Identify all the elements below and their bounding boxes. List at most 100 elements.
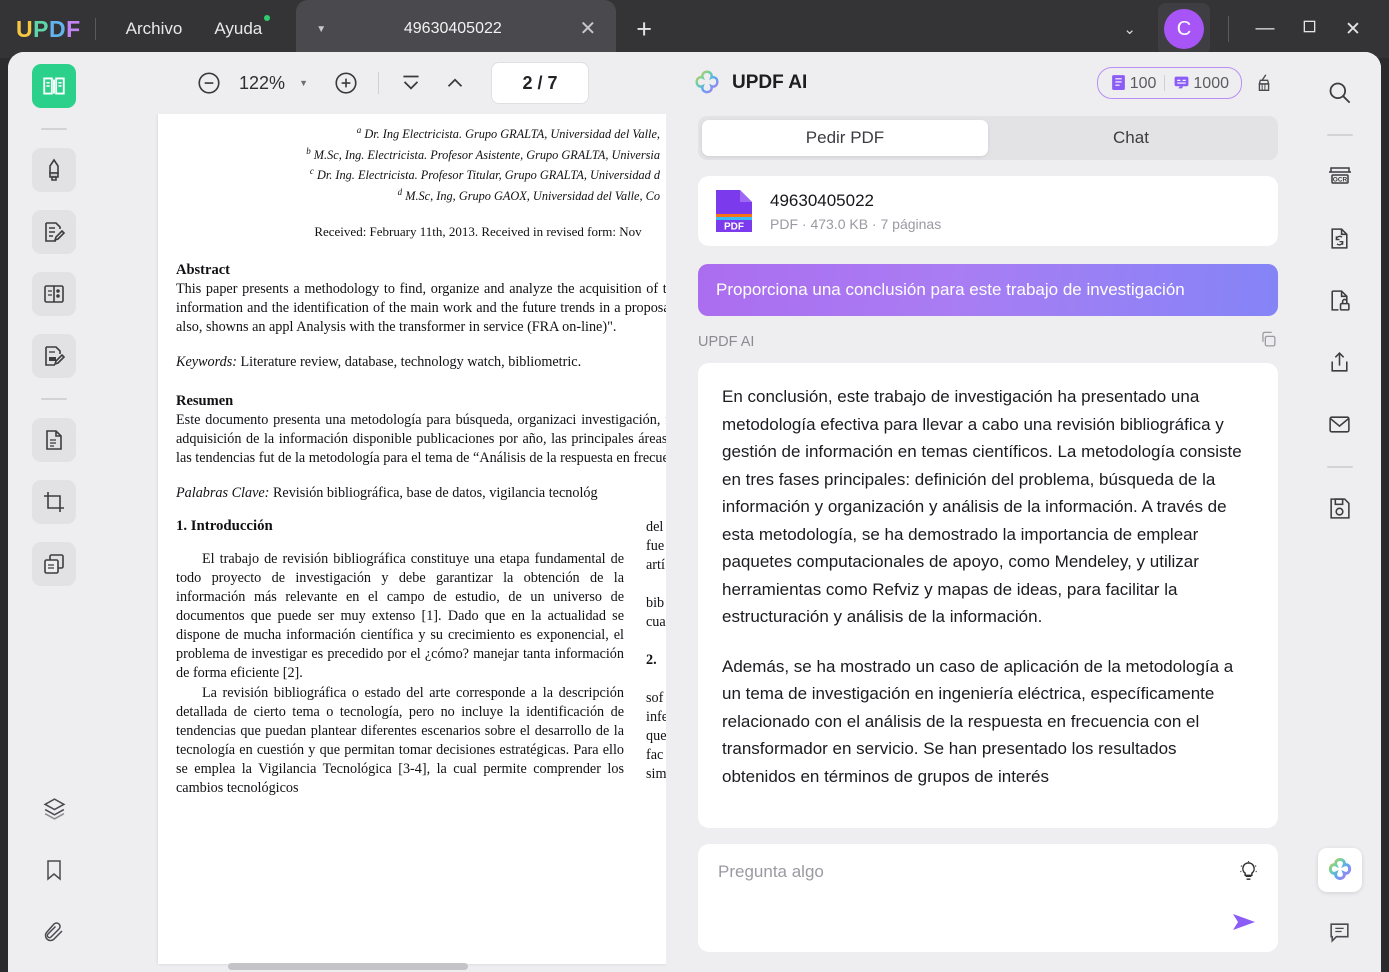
- document-tab-title: 49630405022: [403, 20, 502, 37]
- copy-response-button[interactable]: [1259, 330, 1278, 353]
- keywords-line: Keywords: Literature review, database, t…: [176, 354, 582, 370]
- zoom-dropdown-icon[interactable]: ▼: [295, 78, 322, 88]
- search-icon: [1329, 82, 1351, 103]
- composer-placeholder[interactable]: Pregunta algo: [718, 862, 1258, 882]
- workspace: 122% ▼ 2 / 7 a Dr. Ing Electricista. Gru…: [8, 52, 1381, 972]
- file-meta: PDF · 473.0 KB · 7 páginas: [770, 215, 942, 232]
- share-icon: [1331, 351, 1348, 372]
- sidebar-item-crop-pages[interactable]: [32, 480, 76, 524]
- sidebar-item-share[interactable]: [1318, 340, 1362, 384]
- pdf-file-icon: PDF: [716, 190, 752, 233]
- close-window-button[interactable]: ✕: [1331, 18, 1375, 41]
- send-button[interactable]: [1230, 911, 1260, 938]
- first-page-icon: [403, 75, 419, 90]
- zoom-level-value[interactable]: 122%: [233, 73, 291, 94]
- sidebar-item-save[interactable]: [1318, 486, 1362, 530]
- convert-pdf-icon: [46, 430, 62, 450]
- sidebar-item-search[interactable]: [1318, 70, 1362, 114]
- introduction-paragraph-2: La revisión bibliográfica o estado del a…: [176, 685, 624, 796]
- svg-text:OCR: OCR: [1332, 177, 1347, 184]
- maximize-button[interactable]: [1287, 18, 1331, 40]
- ai-sender-label: UPDF AI: [698, 333, 755, 350]
- palabras-clave-line: Palabras Clave: Revisión bibliográfica, …: [176, 485, 598, 501]
- email-icon: [1329, 415, 1350, 433]
- sidebar-item-fill-and-sign[interactable]: [32, 334, 76, 378]
- horizontal-scrollbar[interactable]: [228, 963, 468, 970]
- menu-archivo[interactable]: Archivo: [110, 13, 199, 45]
- sidebar-item-comment[interactable]: [1318, 910, 1362, 954]
- document-tab[interactable]: ▼ 49630405022 ✕: [296, 0, 617, 58]
- page-canvas[interactable]: a Dr. Ing Electricista. Grupo GRALTA, Un…: [110, 114, 666, 972]
- sidebar-item-annotate[interactable]: [32, 148, 76, 192]
- ai-composer[interactable]: Pregunta algo: [698, 844, 1278, 952]
- toolbar-divider: [377, 72, 379, 94]
- sidebar-item-email[interactable]: [1318, 402, 1362, 446]
- layers-icon: [43, 797, 65, 820]
- frag-gap-1: [646, 575, 666, 594]
- lightbulb-icon: [1240, 860, 1257, 880]
- close-tab-icon[interactable]: ✕: [579, 19, 596, 39]
- menu-ayuda[interactable]: Ayuda: [198, 13, 278, 45]
- user-prompt-bubble: Proporciona una conclusión para este tra…: [698, 264, 1278, 316]
- affiliation-d: d M.Sc, Ing, Grupo GAOX, Universidad del…: [397, 186, 660, 203]
- resumen-text: Este documento presenta una metodología …: [176, 412, 666, 466]
- answer-paragraph-2: Además, se ha mostrado un caso de aplica…: [722, 656, 1234, 786]
- sidebar-item-layers[interactable]: [32, 786, 76, 830]
- frag-11: que: [646, 728, 666, 744]
- prompt-suggestions-button[interactable]: [1237, 860, 1260, 888]
- ai-panel-title: UPDF AI: [732, 72, 808, 93]
- maximize-icon: [1303, 20, 1315, 33]
- affiliation-c: c Dr. Ing. Electricista. Profesor Titula…: [309, 166, 660, 183]
- sidebar-item-organize-pages[interactable]: [32, 272, 76, 316]
- attached-file-card[interactable]: PDF 49630405022 PDF · 473.0 KB · 7 págin…: [698, 176, 1278, 246]
- send-icon: [1233, 914, 1255, 930]
- tab-dropdown-icon[interactable]: ▼: [316, 24, 326, 35]
- received-line: Received: February 11th, 2013. Received …: [314, 224, 642, 239]
- frag-0: del: [646, 519, 664, 535]
- zoom-in-button[interactable]: [326, 63, 366, 103]
- tab-pedir-pdf[interactable]: Pedir PDF: [702, 120, 988, 156]
- sidebar-item-bookmark[interactable]: [32, 848, 76, 892]
- document-credit-icon: [1111, 74, 1125, 90]
- sidebar-item-attachment[interactable]: [32, 910, 76, 954]
- zoom-out-icon: [198, 72, 220, 94]
- new-tab-button[interactable]: +: [636, 15, 652, 43]
- right-rail-divider-2: [1326, 466, 1353, 468]
- sidebar-item-protect[interactable]: [1318, 278, 1362, 322]
- right-tool-rail: OCR: [1298, 52, 1381, 972]
- minimize-button[interactable]: —: [1243, 18, 1287, 40]
- sidebar-item-convert[interactable]: [1318, 216, 1362, 260]
- ocr-icon: OCR: [1328, 167, 1351, 184]
- logo-letter-p: P: [33, 15, 49, 42]
- ai-credits-badge[interactable]: 100 1000: [1096, 67, 1242, 99]
- page-indicator[interactable]: 2 / 7: [490, 62, 589, 104]
- sidebar-item-ocr[interactable]: OCR: [1318, 154, 1362, 198]
- attachment-icon: [44, 922, 63, 942]
- zoom-out-button[interactable]: [189, 63, 229, 103]
- titlebar-right-controls: ⌄ C — ✕: [1105, 3, 1389, 55]
- sidebar-item-batch-process[interactable]: [32, 542, 76, 586]
- previous-page-button[interactable]: [435, 63, 475, 103]
- ai-answer-body[interactable]: En conclusión, este trabajo de investiga…: [698, 363, 1278, 828]
- chevron-down-icon[interactable]: ⌄: [1105, 10, 1154, 48]
- affiliation-b: b M.Sc, Ing. Electricista. Profesor Asis…: [306, 145, 660, 162]
- sidebar-item-updf-ai[interactable]: [1317, 848, 1362, 892]
- file-info: 49630405022 PDF · 473.0 KB · 7 páginas: [770, 191, 941, 232]
- frag-12: fac: [646, 747, 664, 763]
- answer-paragraph-1: En conclusión, este trabajo de investiga…: [722, 387, 1242, 626]
- tab-chat[interactable]: Chat: [988, 120, 1274, 156]
- account-button[interactable]: C: [1158, 3, 1210, 55]
- logo-letter-u: U: [16, 15, 34, 42]
- first-page-button[interactable]: [391, 63, 431, 103]
- sidebar-item-reader[interactable]: [32, 64, 76, 108]
- updf-logo: U P D F: [16, 16, 81, 43]
- sidebar-item-convert-pdf[interactable]: [32, 418, 76, 462]
- comment-icon: [1330, 922, 1349, 943]
- title-bar: U P D F Archivo Ayuda ▼ 49630405022 ✕ + …: [0, 0, 1389, 58]
- lock-icon: [1331, 289, 1350, 311]
- two-column-section: 1. Introducción El trabajo de revisión b…: [176, 518, 666, 798]
- abstract-text: This paper presents a methodology to fin…: [176, 281, 666, 335]
- clear-conversation-button[interactable]: [1242, 72, 1286, 94]
- sidebar-item-edit-pdf[interactable]: [32, 210, 76, 254]
- viewer-toolbar: 122% ▼ 2 / 7: [100, 52, 678, 114]
